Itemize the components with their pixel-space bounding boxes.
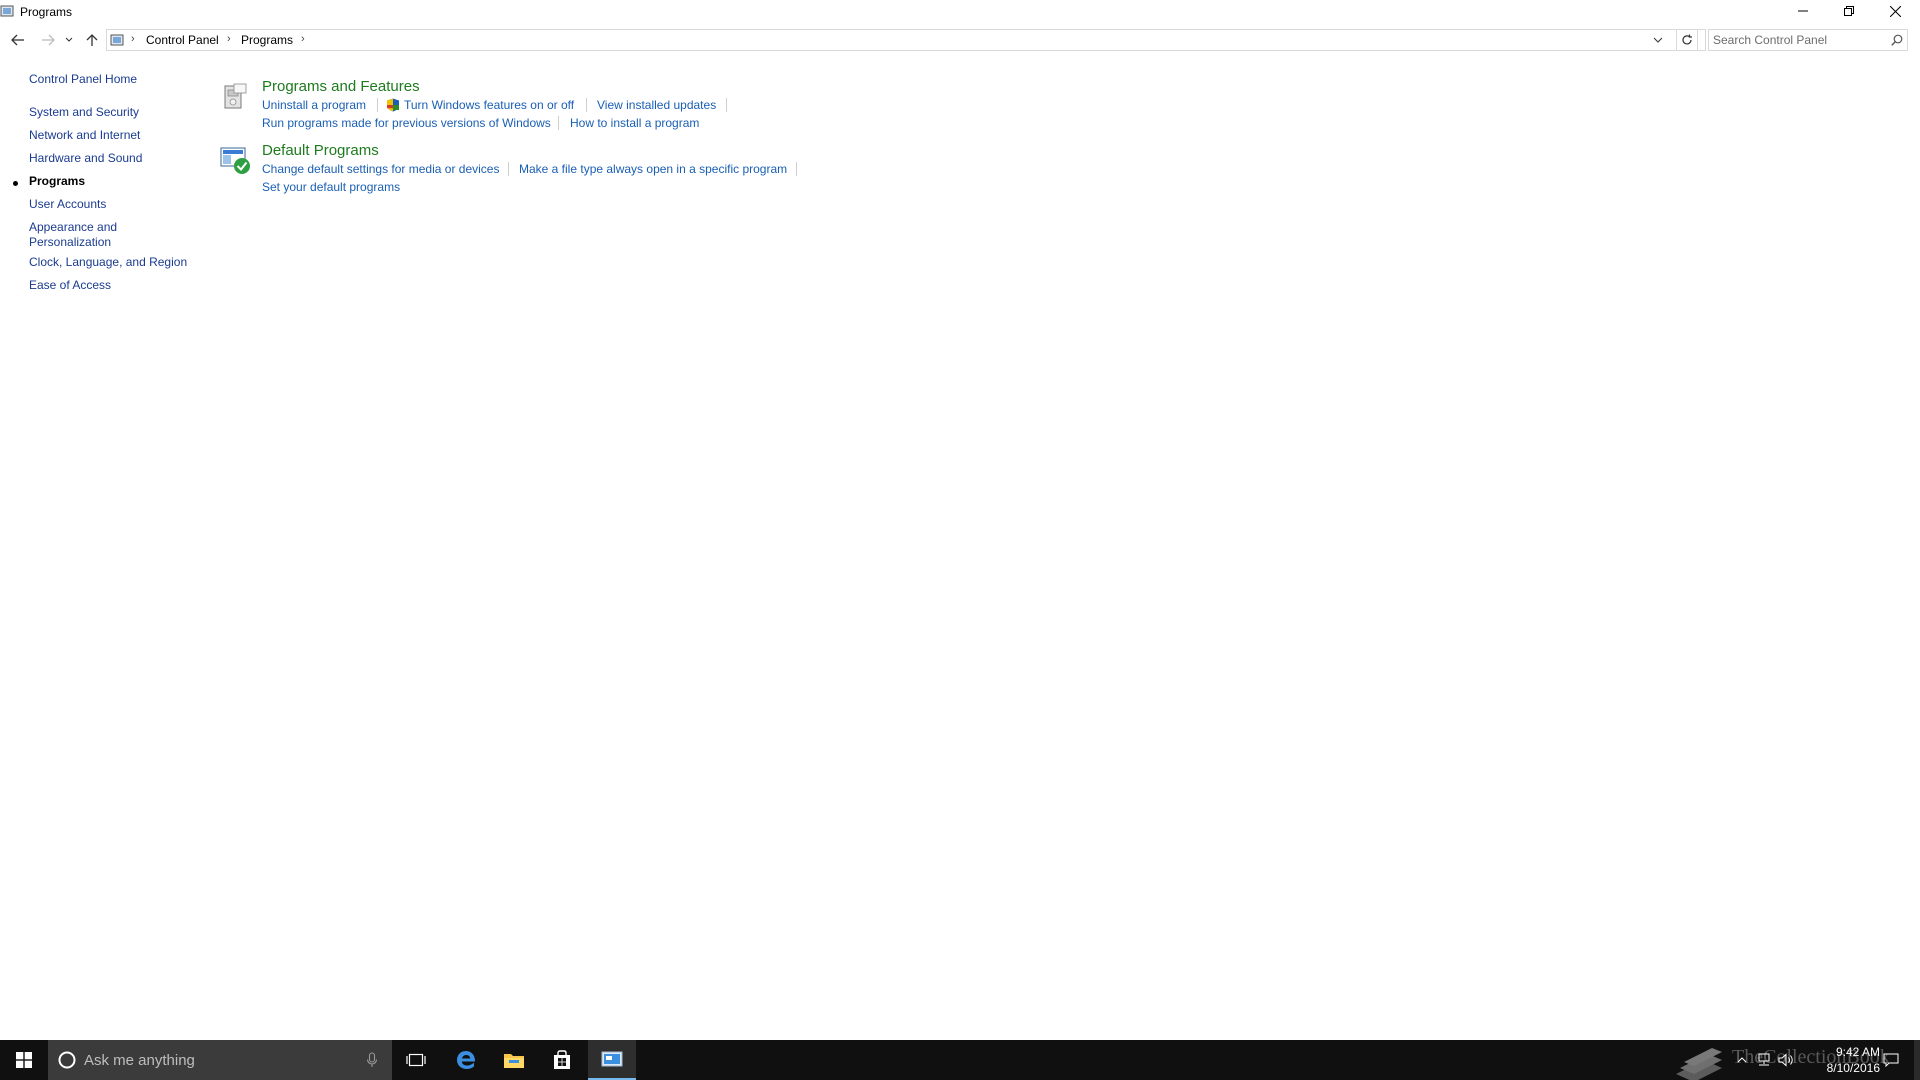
address-row: › Control Panel › Programs › <box>0 28 1920 52</box>
view-installed-updates-link[interactable]: View installed updates <box>597 98 716 112</box>
link-divider <box>726 98 727 112</box>
task-view-button[interactable] <box>392 1040 440 1080</box>
sidebar-item-ease-of-access[interactable]: Ease of Access <box>29 278 111 293</box>
store-icon <box>554 1050 570 1069</box>
windows-logo-icon <box>16 1052 32 1068</box>
breadcrumb-separator-icon: › <box>131 33 135 45</box>
search-input[interactable] <box>1713 32 1881 48</box>
close-icon <box>1889 5 1901 17</box>
sidebar-item-appearance[interactable]: Appearance and <box>29 220 117 235</box>
sidebar-item-programs[interactable]: Programs <box>29 174 85 189</box>
control-panel-location-icon <box>110 34 124 46</box>
task-view-icon <box>406 1053 426 1067</box>
refresh-button[interactable] <box>1676 29 1698 51</box>
address-dropdown-icon[interactable] <box>1653 33 1663 47</box>
taskbar-clock[interactable]: 9:42 AM 8/10/2016 <box>1790 1044 1880 1076</box>
clock-time: 9:42 AM <box>1835 1045 1880 1059</box>
cortana-search-placeholder: Ask me anything <box>84 1052 195 1069</box>
sidebar-item-clock-language-region[interactable]: Clock, Language, and Region <box>29 255 187 270</box>
control-panel-icon <box>0 5 14 17</box>
store-button[interactable] <box>538 1040 586 1080</box>
chevron-up-icon <box>1737 1057 1747 1063</box>
restore-button[interactable] <box>1826 0 1872 22</box>
edge-browser-button[interactable] <box>442 1040 490 1080</box>
programs-and-features-title[interactable]: Programs and Features <box>262 78 420 95</box>
sidebar-item-hardware-sound[interactable]: Hardware and Sound <box>29 151 142 166</box>
recent-locations-button[interactable] <box>62 30 76 50</box>
breadcrumb-control-panel[interactable]: Control Panel <box>146 33 219 47</box>
title-bar: Programs <box>0 0 1920 24</box>
compatibility-link[interactable]: Run programs made for previous versions … <box>262 116 551 130</box>
window-title: Programs <box>20 5 73 19</box>
edge-icon <box>457 1051 476 1069</box>
link-divider <box>508 162 509 176</box>
uninstall-program-link[interactable]: Uninstall a program <box>262 98 366 112</box>
cortana-icon <box>58 1051 76 1069</box>
forward-arrow-icon <box>42 34 55 46</box>
restore-icon <box>1844 6 1854 16</box>
microphone-icon[interactable] <box>366 1052 378 1068</box>
file-explorer-icon <box>504 1054 524 1068</box>
search-box[interactable] <box>1708 29 1908 51</box>
set-default-programs-link[interactable]: Set your default programs <box>262 180 400 194</box>
programs-features-icon[interactable] <box>218 80 252 114</box>
network-tray-button[interactable] <box>1752 1040 1774 1080</box>
sidebar-item-network-internet[interactable]: Network and Internet <box>29 128 140 143</box>
up-button[interactable] <box>82 30 102 50</box>
up-arrow-icon <box>86 34 98 46</box>
sidebar-item-system-security[interactable]: System and Security <box>29 105 139 120</box>
windows-features-link[interactable]: Turn Windows features on or off <box>404 98 574 112</box>
link-divider <box>586 98 587 112</box>
book-watermark-icon <box>1676 1048 1722 1080</box>
back-arrow-icon <box>11 34 24 46</box>
link-divider <box>796 162 797 176</box>
breadcrumb-separator-icon: › <box>301 33 305 45</box>
clock-date: 8/10/2016 <box>1826 1061 1880 1075</box>
cortana-search-box[interactable]: Ask me anything <box>48 1040 392 1080</box>
network-icon <box>1758 1053 1770 1066</box>
file-explorer-button[interactable] <box>490 1040 538 1080</box>
show-desktop-button[interactable] <box>1914 1040 1920 1080</box>
close-button[interactable] <box>1872 0 1918 22</box>
taskbar: Ask me anything TheCollectionBook 9:42 A… <box>0 1040 1920 1080</box>
uac-shield-icon <box>387 98 399 112</box>
link-divider <box>377 98 378 112</box>
minimize-button[interactable] <box>1780 0 1826 22</box>
refresh-icon <box>1682 34 1692 45</box>
address-bar[interactable]: › Control Panel › Programs › <box>106 29 1706 51</box>
notifications-icon <box>1883 1053 1899 1067</box>
sidebar-item-appearance-line2[interactable]: Personalization <box>29 235 111 250</box>
search-icon[interactable] <box>1891 34 1903 46</box>
default-programs-icon[interactable] <box>218 144 252 178</box>
start-button[interactable] <box>0 1040 48 1080</box>
media-devices-defaults-link[interactable]: Change default settings for media or dev… <box>262 162 499 176</box>
chevron-down-icon <box>65 37 73 42</box>
current-page-bullet-icon <box>13 181 18 186</box>
sidebar-item-user-accounts[interactable]: User Accounts <box>29 197 106 212</box>
minimize-icon <box>1798 10 1808 12</box>
file-type-association-link[interactable]: Make a file type always open in a specif… <box>519 162 787 176</box>
forward-button[interactable] <box>38 30 58 50</box>
control-panel-home-link[interactable]: Control Panel Home <box>29 72 137 87</box>
back-button[interactable] <box>8 30 28 50</box>
link-divider <box>558 116 559 130</box>
how-to-install-link[interactable]: How to install a program <box>570 116 699 130</box>
breadcrumb-separator-icon: › <box>227 33 231 45</box>
action-center-button[interactable] <box>1876 1040 1906 1080</box>
default-programs-title[interactable]: Default Programs <box>262 142 379 159</box>
breadcrumb-programs[interactable]: Programs <box>241 33 293 47</box>
control-panel-taskbar-icon <box>601 1051 623 1067</box>
show-hidden-icons-button[interactable] <box>1734 1040 1750 1080</box>
control-panel-taskbar-button[interactable] <box>588 1040 636 1080</box>
